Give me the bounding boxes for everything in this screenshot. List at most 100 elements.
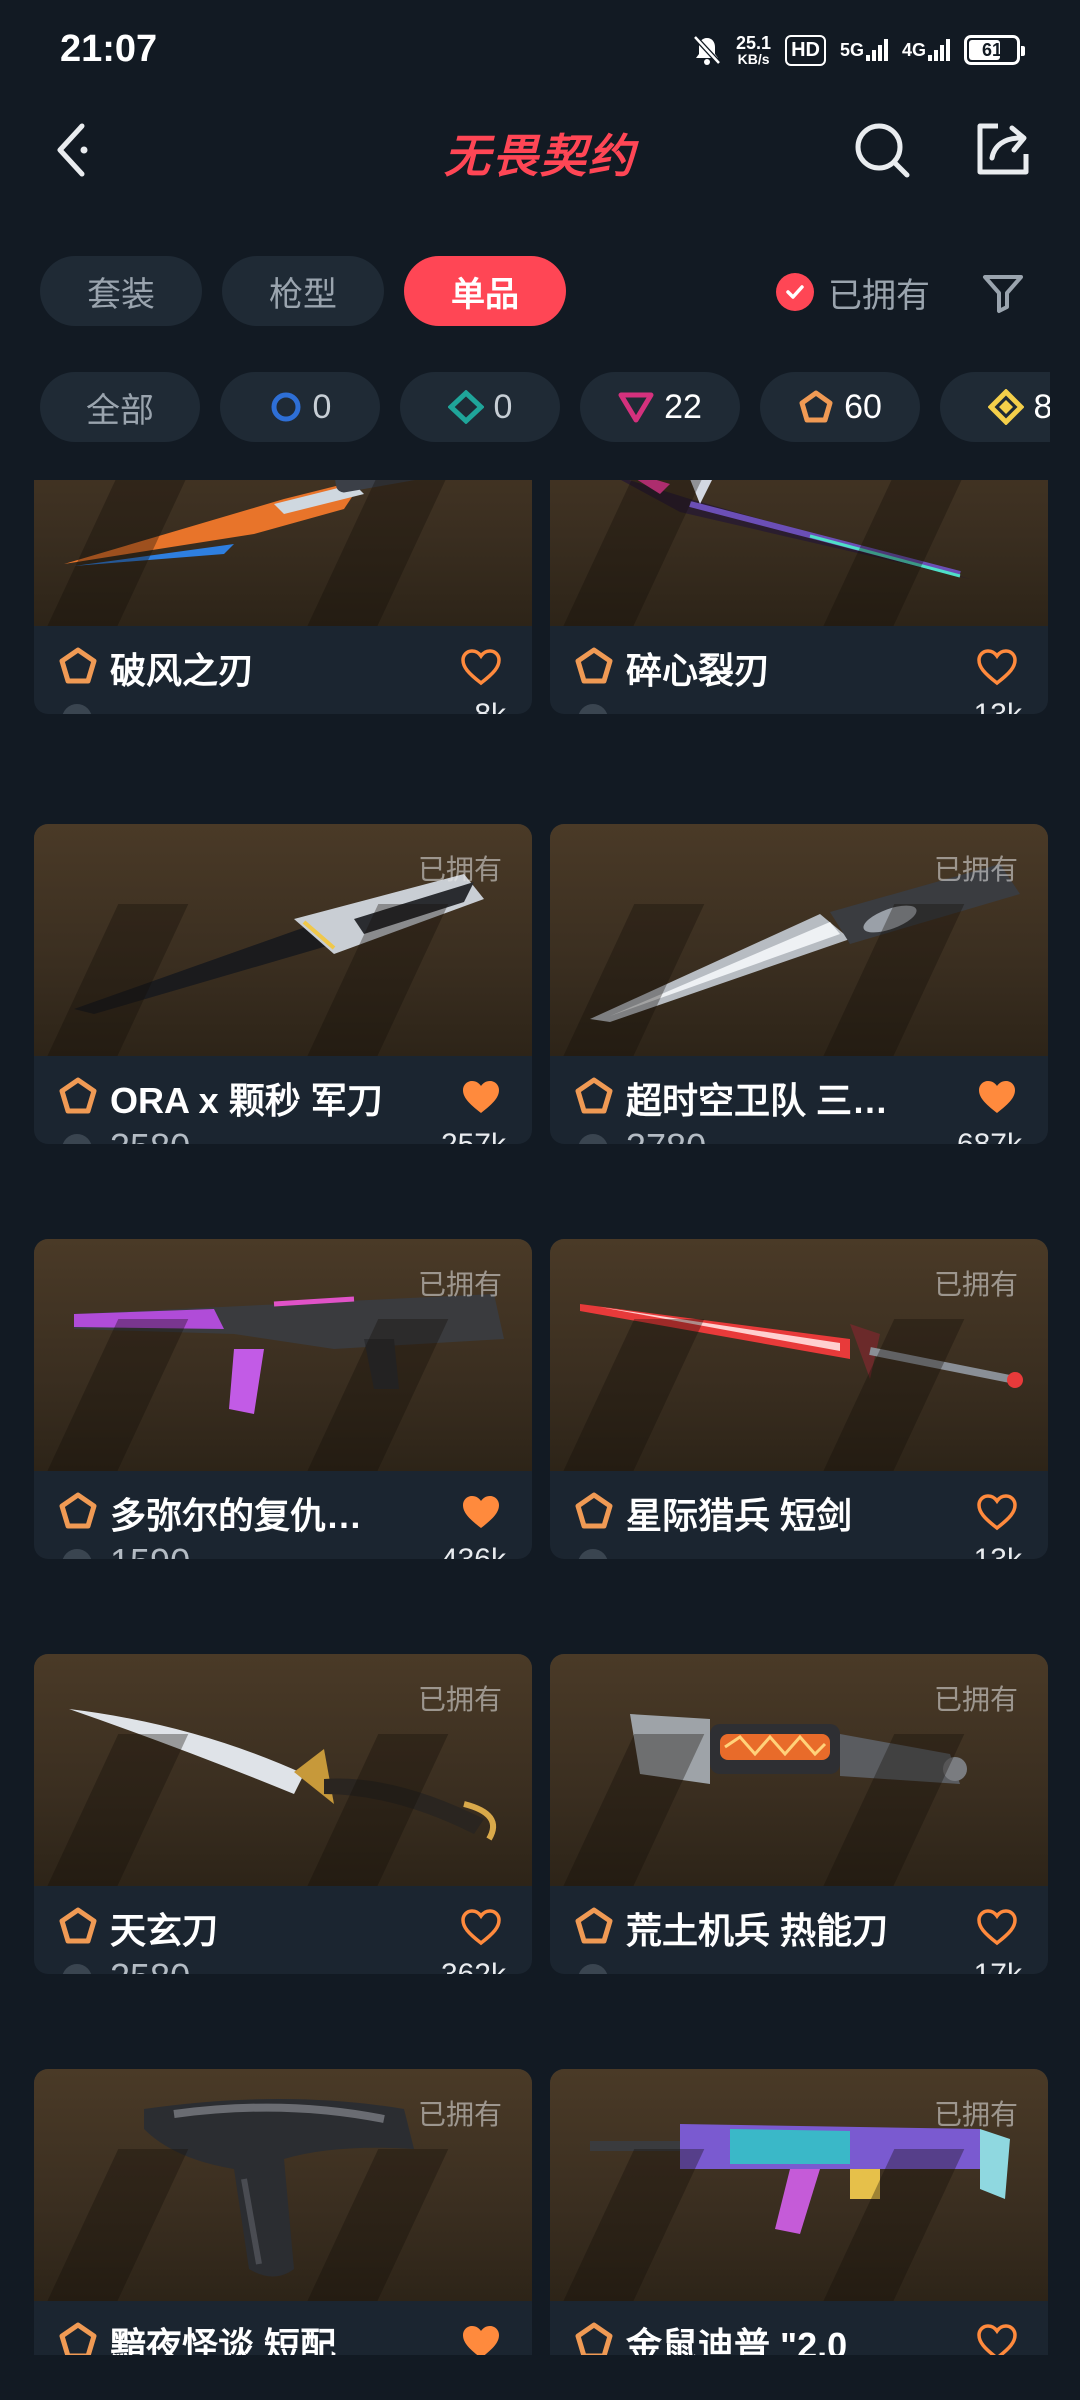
item-image: 已拥有: [34, 1239, 532, 1471]
item-likes: 257k: [441, 1128, 506, 1144]
tier-chip-premium[interactable]: 22: [580, 372, 740, 442]
heart-outline-icon[interactable]: [460, 648, 502, 686]
tab-weapon-type[interactable]: 枪型: [222, 256, 384, 326]
heart-filled-icon[interactable]: [976, 1078, 1018, 1116]
item-price: -: [626, 1541, 638, 1559]
owned-tag: 已拥有: [933, 854, 1018, 885]
valorant-points-icon: [62, 1549, 92, 1559]
item-name: 破风之刃: [110, 650, 255, 691]
tier-chip-deluxe[interactable]: 0: [400, 372, 560, 442]
premium-tier-icon: [618, 392, 654, 423]
exclusive-tier-icon: [575, 647, 613, 684]
item-card[interactable]: 已拥有 多弥尔的复仇… 1590 436k: [34, 1239, 532, 1559]
item-card[interactable]: 已拥有 荒土机兵 热能刀 - 17k: [550, 1654, 1048, 1974]
tier-filter-row: 全部 0 0 22 60 8: [40, 372, 1050, 442]
valorant-points-icon: [578, 704, 608, 714]
valorant-points-icon: [578, 1964, 608, 1974]
exclusive-tier-icon: [799, 390, 833, 423]
item-price: -: [626, 696, 638, 714]
status-icons: 25.1 KB/s HD 5G 4G 61: [692, 28, 1025, 72]
item-likes: 13k: [974, 698, 1022, 714]
owned-tag: 已拥有: [417, 1269, 502, 1300]
heart-outline-icon[interactable]: [460, 1908, 502, 1946]
tier-chip-exclusive[interactable]: 60: [760, 372, 920, 442]
heart-outline-icon[interactable]: [976, 2323, 1018, 2355]
item-likes: 362k: [441, 1958, 506, 1974]
item-likes: 436k: [441, 1543, 506, 1559]
hd-badge: HD: [785, 34, 826, 66]
item-image: 已拥有: [34, 2069, 532, 2301]
item-image: 已拥有: [550, 1239, 1048, 1471]
heart-outline-icon[interactable]: [976, 1908, 1018, 1946]
deluxe-tier-icon: [447, 390, 484, 424]
item-image: 已拥有: [550, 1654, 1048, 1886]
item-name: 星际猎兵 短剑: [626, 1495, 853, 1536]
item-card[interactable]: 碎心裂刃 - 13k: [550, 480, 1048, 714]
item-card[interactable]: 已拥有 超时空卫队 三… 3780 687k: [550, 824, 1048, 1144]
owned-tag: 已拥有: [933, 1684, 1018, 1715]
item-image: [34, 480, 532, 626]
heart-filled-icon[interactable]: [460, 1493, 502, 1531]
mute-bell-icon: [693, 35, 721, 65]
page-title: 无畏契约: [444, 130, 636, 182]
owned-tag: 已拥有: [417, 1684, 502, 1715]
status-bar: 21:07 25.1 KB/s HD 5G 4G 61: [0, 0, 1080, 100]
item-name: 天玄刀: [110, 1910, 219, 1951]
heart-outline-icon[interactable]: [976, 1493, 1018, 1531]
owned-filter-toggle[interactable]: 已拥有: [776, 262, 930, 322]
owned-tag: 已拥有: [417, 2099, 502, 2130]
select-tier-icon: [271, 392, 301, 422]
item-card[interactable]: 已拥有 星际猎兵 短剑 - 13k: [550, 1239, 1048, 1559]
item-price: 3780: [626, 1126, 706, 1144]
share-button[interactable]: [966, 110, 1038, 190]
item-name: 超时空卫队 三…: [626, 1080, 889, 1121]
item-image: 已拥有: [34, 1654, 532, 1886]
net-speed: 25.1 KB/s: [736, 33, 772, 67]
app-header: 无畏契约: [0, 100, 1080, 200]
exclusive-tier-icon: [59, 2322, 97, 2355]
item-card[interactable]: 已拥有 天玄刀 2580 362k: [34, 1654, 532, 1974]
exclusive-tier-icon: [575, 1077, 613, 1114]
battery-icon: 61: [964, 35, 1025, 65]
item-card[interactable]: 已拥有 ORA x 颗秒 军刀 3580 257k: [34, 824, 532, 1144]
heart-outline-icon[interactable]: [976, 648, 1018, 686]
item-likes: 17k: [974, 1958, 1022, 1974]
exclusive-tier-icon: [575, 1907, 613, 1944]
item-likes: 13k: [974, 1543, 1022, 1559]
item-name: 金鼠迪普 "2.0: [626, 2325, 848, 2355]
status-time: 21:07: [60, 28, 158, 70]
tier-chip-ultra[interactable]: 8: [940, 372, 1050, 442]
valorant-points-icon: [62, 704, 92, 714]
checkmark-icon: [776, 273, 814, 311]
item-card[interactable]: 已拥有 黯夜怪谈 短配: [34, 2069, 532, 2355]
tier-chip-select[interactable]: 0: [220, 372, 380, 442]
item-image: 已拥有: [34, 824, 532, 1056]
ultra-tier-icon: [987, 389, 1024, 425]
owned-tag: 已拥有: [933, 2099, 1018, 2130]
valorant-points-icon: [578, 1549, 608, 1559]
exclusive-tier-icon: [59, 1077, 97, 1114]
item-card[interactable]: 破风之刃 - 8k: [34, 480, 532, 714]
search-button[interactable]: [846, 110, 918, 190]
valorant-points-icon: [62, 1134, 92, 1144]
heart-filled-icon[interactable]: [460, 1078, 502, 1116]
exclusive-tier-icon: [59, 1907, 97, 1944]
tab-bundle[interactable]: 套装: [40, 256, 202, 326]
owned-tag: 已拥有: [933, 1269, 1018, 1300]
item-price: 1590: [110, 1541, 190, 1559]
item-image: 已拥有: [550, 2069, 1048, 2301]
item-image: [550, 480, 1048, 626]
exclusive-tier-icon: [59, 647, 97, 684]
item-name: 荒土机兵 热能刀: [626, 1910, 889, 1951]
signal-5g: 5G: [840, 39, 888, 61]
signal-bars-icon: [928, 39, 950, 61]
item-price: 2580: [110, 1956, 190, 1974]
item-card[interactable]: 已拥有 金鼠迪普 "2.0: [550, 2069, 1048, 2355]
tab-single-item[interactable]: 单品: [404, 256, 566, 326]
owned-tag: 已拥有: [417, 854, 502, 885]
filter-funnel-icon: [983, 275, 1023, 313]
filter-button[interactable]: [976, 266, 1030, 320]
exclusive-tier-icon: [575, 2322, 613, 2355]
heart-filled-icon[interactable]: [460, 2323, 502, 2355]
tier-chip-all[interactable]: 全部: [40, 372, 200, 442]
